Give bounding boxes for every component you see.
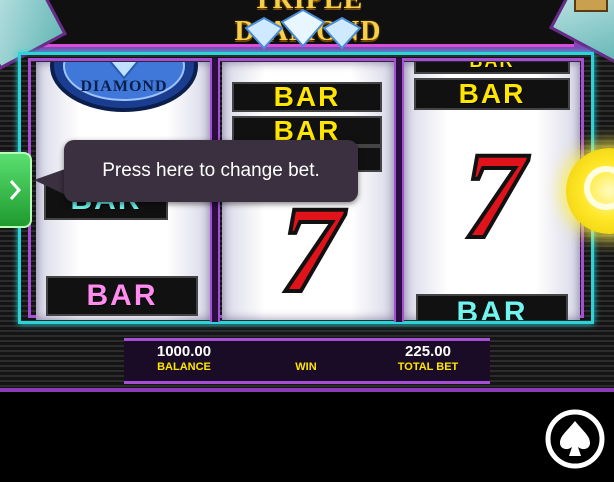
win-value bbox=[246, 343, 366, 361]
change-bet-button[interactable] bbox=[0, 152, 32, 228]
total-bet-label: TOTAL BET bbox=[397, 361, 459, 373]
win-display: WIN bbox=[246, 343, 366, 375]
corner-tab-right bbox=[574, 0, 608, 12]
bar-symbol: BAR bbox=[414, 78, 570, 110]
bar-symbol: BAR bbox=[416, 294, 568, 320]
balance-display: 1000.00 BALANCE bbox=[124, 343, 244, 375]
total-bet-value: 225.00 bbox=[405, 343, 451, 360]
diamond-logo-label: DIAMOND bbox=[80, 78, 168, 95]
balance-label: BALANCE bbox=[157, 361, 211, 373]
tooltip-tail bbox=[34, 168, 68, 196]
balance-value: 1000.00 bbox=[156, 343, 212, 360]
bottom-divider bbox=[0, 388, 614, 392]
bar-symbol: BAR bbox=[46, 276, 198, 316]
slot-machine: TRIPLE DIAMOND DIAMOND BAR BAR BAR BAR B… bbox=[0, 0, 614, 392]
seven-symbol: 7 bbox=[278, 181, 344, 318]
chevron-right-icon bbox=[9, 180, 22, 200]
seven-symbol: 7 bbox=[461, 127, 527, 264]
total-bet-display: 225.00 TOTAL BET bbox=[368, 343, 488, 375]
spade-logo-icon bbox=[545, 409, 605, 469]
info-bar: 1000.00 BALANCE WIN 225.00 TOTAL BET bbox=[124, 338, 490, 384]
reel-separator bbox=[394, 58, 404, 322]
reel-3: BAR BAR 7 BAR bbox=[404, 62, 580, 320]
diamonds-logo-icon bbox=[244, 8, 362, 50]
bar-symbol: BAR bbox=[414, 62, 570, 74]
bar-symbol: BAR bbox=[232, 81, 382, 112]
bet-tooltip: Press here to change bet. bbox=[64, 140, 358, 202]
win-label: WIN bbox=[295, 361, 317, 373]
